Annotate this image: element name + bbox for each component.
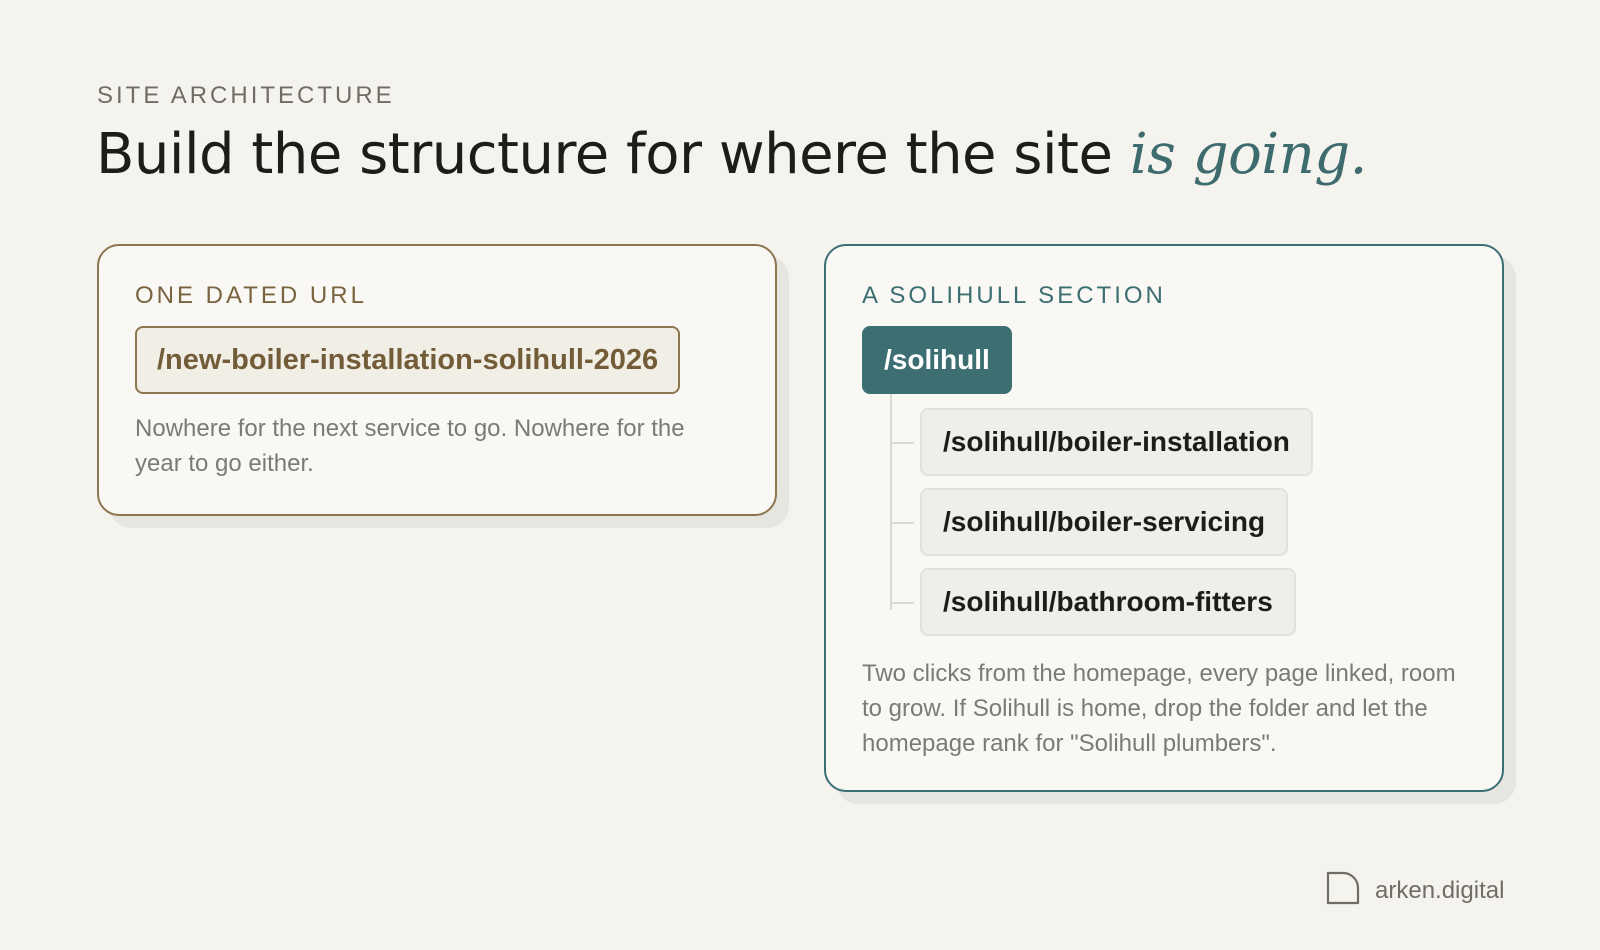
brand-footer: arken.digital [1325,870,1504,911]
tree-root-node: /solihull [862,326,1012,394]
dated-url-chip: /new-boiler-installation-solihull-2026 [135,326,681,394]
tree-branch-line [890,442,914,444]
dated-url-card-label: ONE DATED URL [135,282,367,309]
tree-child-node: /solihull/boiler-installation [920,408,1313,476]
tree-connector-line [890,394,892,610]
headline-main: Build the structure for where the site [96,122,1130,187]
solihull-section-card-label: A SOLIHULL SECTION [862,282,1166,309]
dated-url-card: ONE DATED URL /new-boiler-installation-s… [97,244,777,516]
arken-logo-icon [1325,870,1361,911]
dated-url-description: Nowhere for the next service to go. Nowh… [135,415,685,477]
eyebrow-label: SITE ARCHITECTURE [97,82,395,109]
tree-branch-line [890,522,914,524]
tree-branch-line [890,602,914,604]
headline-accent: is going. [1129,122,1368,187]
tree-child-node: /solihull/boiler-servicing [920,488,1289,556]
page-title: Build the structure for where the site i… [96,122,1367,187]
solihull-section-card: A SOLIHULL SECTION /solihull /solihull/b… [824,244,1504,792]
brand-name: arken.digital [1375,876,1505,904]
tree-child-node: /solihull/bathroom-fitters [920,568,1296,636]
solihull-section-description: Two clicks from the homepage, every page… [862,660,1456,757]
